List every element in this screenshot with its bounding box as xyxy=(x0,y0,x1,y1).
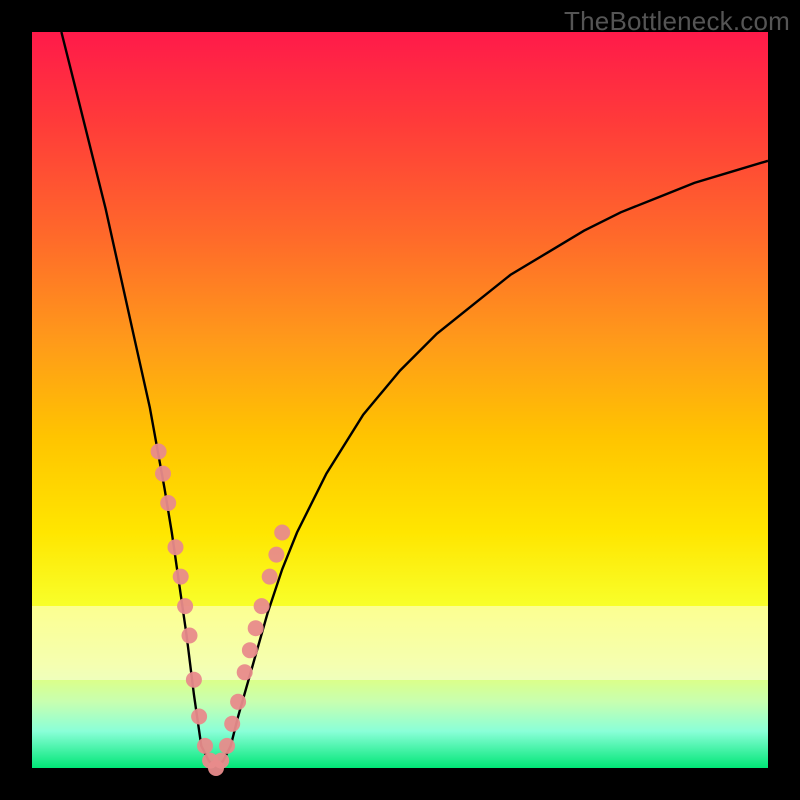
curve-marker xyxy=(151,444,167,460)
curve-marker xyxy=(213,753,229,769)
curve-marker xyxy=(173,569,189,585)
curve-marker xyxy=(248,620,264,636)
curve-marker xyxy=(242,642,258,658)
curve-marker xyxy=(182,628,198,644)
curve-marker xyxy=(155,466,171,482)
curve-marker xyxy=(186,672,202,688)
curve-marker xyxy=(197,738,213,754)
curve-marker xyxy=(219,738,235,754)
curve-layer xyxy=(32,32,768,768)
bottleneck-curve xyxy=(61,32,768,768)
plot-area xyxy=(32,32,768,768)
curve-marker xyxy=(268,547,284,563)
curve-marker xyxy=(230,694,246,710)
curve-marker xyxy=(274,525,290,541)
curve-marker xyxy=(168,539,184,555)
curve-marker xyxy=(160,495,176,511)
curve-marker xyxy=(191,709,207,725)
curve-marker xyxy=(224,716,240,732)
curve-marker xyxy=(237,664,253,680)
curve-marker xyxy=(254,598,270,614)
chart-frame: TheBottleneck.com xyxy=(0,0,800,800)
curve-marker xyxy=(262,569,278,585)
curve-marker xyxy=(177,598,193,614)
